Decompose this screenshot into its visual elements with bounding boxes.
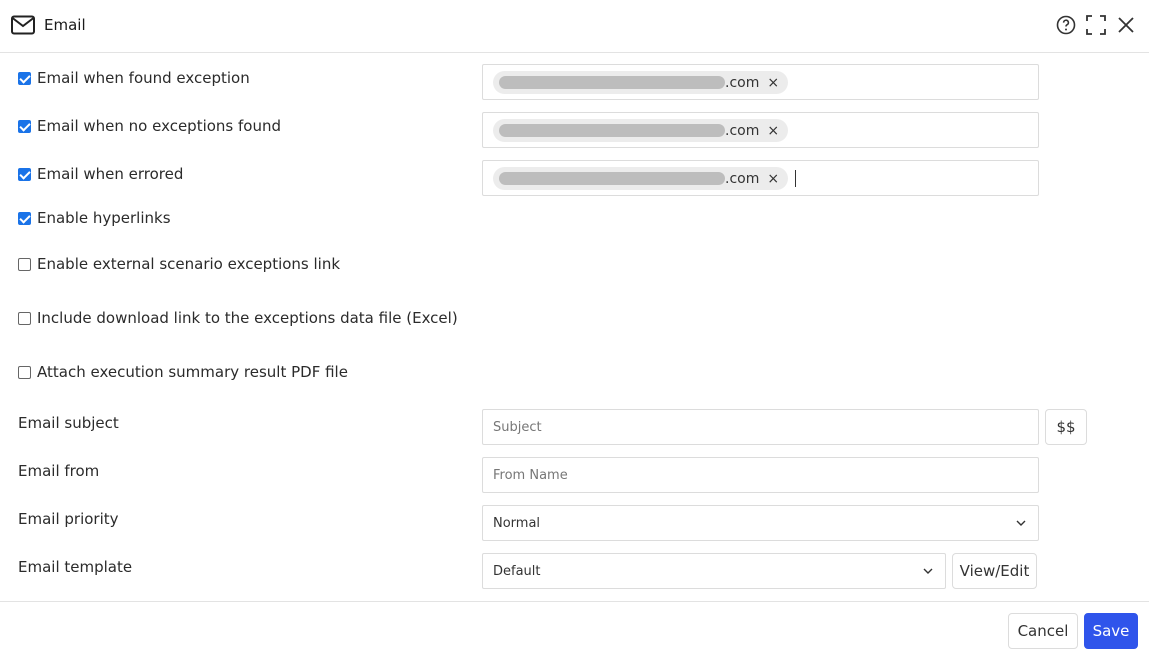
email-subject-label: Email subject	[18, 414, 119, 432]
checkbox[interactable]	[18, 119, 31, 133]
email-priority-label: Email priority	[18, 510, 119, 528]
recipient-chip: .com ×	[493, 119, 789, 142]
option-found-exception[interactable]: Email when found exception	[18, 69, 250, 87]
option-label: Email when no exceptions found	[37, 117, 281, 135]
recipient-chip: .com ×	[493, 167, 789, 190]
option-external-scenario-link[interactable]: Enable external scenario exceptions link	[18, 255, 340, 273]
email-priority-select[interactable]: Normal	[482, 505, 1039, 541]
email-from-label: Email from	[18, 462, 100, 480]
option-no-exceptions[interactable]: Email when no exceptions found	[18, 117, 281, 135]
chevron-down-icon	[923, 568, 933, 574]
option-download-link[interactable]: Include download link to the exceptions …	[18, 309, 458, 327]
option-enable-hyperlinks[interactable]: Enable hyperlinks	[18, 209, 171, 227]
option-label: Email when errored	[37, 165, 184, 183]
checkbox[interactable]	[18, 257, 31, 271]
recipient-chip: .com ×	[493, 71, 789, 94]
recipients-no-exceptions-input[interactable]: .com ×	[482, 112, 1039, 148]
recipients-errored-input[interactable]: .com ×	[482, 160, 1039, 196]
option-label: Include download link to the exceptions …	[37, 309, 458, 327]
redacted-email	[499, 172, 725, 185]
remove-recipient-icon[interactable]: ×	[767, 75, 779, 91]
option-label: Attach execution summary result PDF file	[37, 363, 348, 381]
dialog-title: Email	[44, 16, 86, 34]
option-label: Enable hyperlinks	[37, 209, 171, 227]
help-icon[interactable]	[1056, 15, 1076, 35]
email-template-label: Email template	[18, 558, 133, 576]
recipient-domain: .com	[725, 74, 760, 91]
checkbox[interactable]	[18, 71, 31, 85]
option-attach-pdf[interactable]: Attach execution summary result PDF file	[18, 363, 348, 381]
mail-icon	[11, 15, 35, 35]
email-priority-value: Normal	[493, 515, 541, 531]
checkbox[interactable]	[18, 167, 31, 181]
option-label: Enable external scenario exceptions link	[37, 255, 341, 273]
checkbox[interactable]	[18, 211, 31, 225]
close-icon[interactable]	[1116, 15, 1136, 35]
expand-icon[interactable]	[1086, 15, 1106, 35]
option-errored[interactable]: Email when errored	[18, 165, 183, 183]
redacted-email	[499, 76, 725, 89]
dialog-header: Email	[0, 0, 1149, 53]
insert-variable-button[interactable]: $$	[1045, 409, 1087, 445]
checkbox[interactable]	[18, 311, 31, 325]
chevron-down-icon	[1016, 520, 1026, 526]
redacted-email	[499, 124, 725, 137]
text-caret	[795, 170, 796, 187]
checkbox[interactable]	[18, 365, 31, 379]
email-template-value: Default	[493, 563, 541, 579]
view-edit-template-button[interactable]: View/Edit	[952, 553, 1037, 589]
recipient-domain: .com	[725, 170, 760, 187]
email-subject-input[interactable]: Subject	[482, 409, 1039, 445]
dialog-footer: Cancel Save	[0, 601, 1149, 656]
save-button[interactable]: Save	[1084, 613, 1138, 649]
recipient-domain: .com	[725, 122, 760, 139]
email-from-input[interactable]: From Name	[482, 457, 1039, 493]
remove-recipient-icon[interactable]: ×	[767, 123, 779, 139]
email-template-select[interactable]: Default	[482, 553, 946, 589]
cancel-button[interactable]: Cancel	[1008, 613, 1078, 649]
option-label: Email when found exception	[37, 69, 250, 87]
recipients-found-exception-input[interactable]: .com ×	[482, 64, 1039, 100]
remove-recipient-icon[interactable]: ×	[767, 171, 779, 187]
